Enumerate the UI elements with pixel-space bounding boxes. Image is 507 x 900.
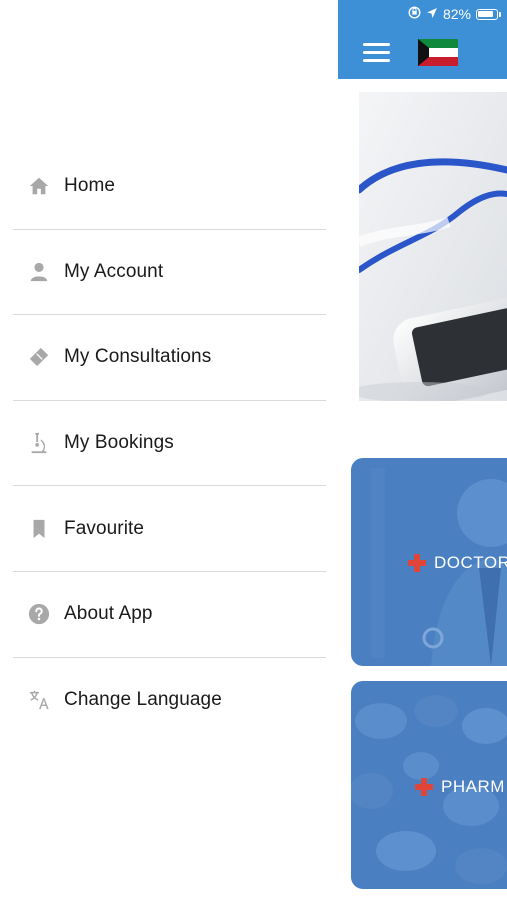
location-arrow-icon [426, 6, 438, 22]
menu-item-label: My Bookings [64, 432, 174, 454]
menu-item-label: My Account [64, 260, 164, 282]
menu-item-label: About App [64, 603, 153, 625]
kuwait-flag[interactable] [418, 39, 458, 66]
app-screen: 82% DOCTOR PHARM [338, 0, 507, 900]
ticket-icon [27, 345, 51, 369]
plus-icon [415, 778, 433, 796]
battery-icon [476, 8, 498, 20]
doctors-card-label: DOCTOR [408, 553, 507, 573]
drawer-menu: Home My Account My Consultations My Book… [13, 144, 326, 743]
pharmacy-label: PHARM [441, 777, 505, 796]
status-bar: 82% [408, 5, 501, 23]
bookmark-icon [27, 517, 51, 541]
pharmacy-card-label: PHARM [415, 777, 505, 797]
menu-item-my-consultations[interactable]: My Consultations [13, 315, 326, 401]
pharmacy-card[interactable]: PHARM [351, 681, 507, 889]
translate-icon [27, 688, 51, 712]
menu-item-label: Change Language [64, 689, 222, 711]
menu-item-label: Home [64, 175, 116, 197]
doctors-label: DOCTOR [434, 553, 507, 572]
menu-item-home[interactable]: Home [13, 144, 326, 230]
menu-item-change-language[interactable]: Change Language [13, 658, 326, 744]
menu-item-my-account[interactable]: My Account [13, 230, 326, 316]
menu-item-about-app[interactable]: About App [13, 572, 326, 658]
battery-tip [499, 11, 501, 17]
home-icon [27, 174, 51, 198]
menu-item-favourite[interactable]: Favourite [13, 486, 326, 572]
menu-item-label: Favourite [64, 517, 145, 539]
hero-image [359, 92, 507, 401]
battery-percent: 82% [442, 6, 471, 22]
plus-icon [408, 554, 426, 572]
menu-item-label: My Consultations [64, 346, 212, 368]
menu-item-my-bookings[interactable]: My Bookings [13, 401, 326, 487]
screen-rotation-lock-icon [408, 6, 421, 22]
doctors-card[interactable]: DOCTOR [351, 458, 507, 666]
microscope-icon [27, 431, 51, 455]
user-icon [27, 260, 51, 284]
app-header: 82% [338, 0, 507, 79]
question-circle-icon [27, 602, 51, 626]
hamburger-icon[interactable] [363, 43, 390, 62]
side-drawer: Home My Account My Consultations My Book… [0, 0, 338, 900]
